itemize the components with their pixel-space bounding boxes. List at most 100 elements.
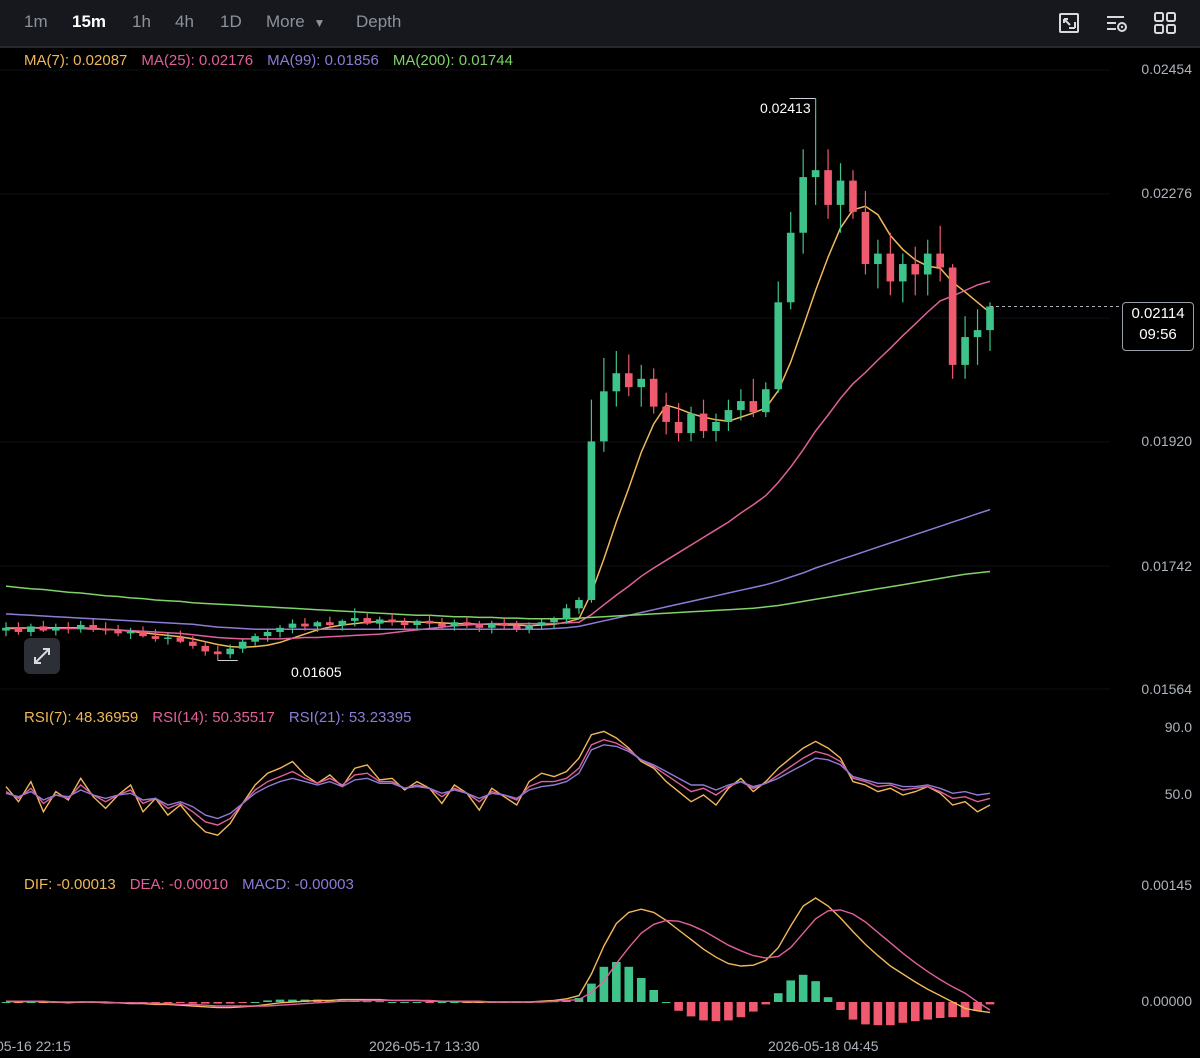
candle-body bbox=[39, 626, 48, 631]
price-tick-label: 0.02454 bbox=[1141, 61, 1192, 77]
interval-1m[interactable]: 1m bbox=[24, 12, 48, 32]
chart-settings-icon[interactable] bbox=[1104, 10, 1130, 36]
candle-body bbox=[861, 211, 870, 265]
expand-arrows-icon bbox=[34, 648, 50, 664]
candle-body bbox=[973, 330, 982, 338]
candle-body bbox=[301, 623, 309, 627]
macd-histogram-bar bbox=[674, 1002, 683, 1011]
macd-histogram-bar bbox=[412, 1002, 422, 1003]
legend-rsi7: RSI(7): 48.36959 bbox=[24, 709, 139, 726]
ma-line-ma200 bbox=[5, 570, 991, 620]
macd-histogram-bar bbox=[699, 1002, 708, 1021]
candles bbox=[2, 98, 994, 661]
macd-line-dea bbox=[6, 909, 991, 1011]
candle-body bbox=[139, 631, 147, 637]
rsi-tick-label: 50.0 bbox=[1164, 786, 1192, 802]
candle-body bbox=[699, 413, 708, 431]
more-intervals-dropdown[interactable]: More ▼ bbox=[266, 12, 325, 32]
candle-body bbox=[14, 627, 23, 632]
candle-body bbox=[749, 401, 758, 413]
rsi-line-rsi7 bbox=[5, 730, 991, 836]
interval-1h[interactable]: 1h bbox=[132, 12, 151, 32]
candle-body bbox=[27, 626, 35, 632]
interval-1d[interactable]: 1D bbox=[220, 12, 242, 32]
ma-line-ma99 bbox=[5, 508, 991, 630]
candle-body bbox=[276, 627, 284, 632]
legend-dif: DIF: -0.00013 bbox=[24, 876, 116, 893]
candle-body bbox=[799, 177, 807, 233]
gridlines bbox=[0, 69, 1110, 690]
candle-body bbox=[948, 267, 957, 365]
candle-body bbox=[463, 622, 471, 626]
candle-body bbox=[251, 636, 259, 642]
macd-histogram-bar bbox=[200, 1002, 210, 1004]
candle-body bbox=[737, 401, 745, 411]
chart-canvas[interactable] bbox=[0, 0, 1200, 1058]
candle-body bbox=[662, 406, 670, 422]
macd-histogram-bar bbox=[798, 974, 808, 1002]
candle-body bbox=[500, 623, 509, 626]
macd-histogram-bar bbox=[898, 1002, 908, 1023]
candle-body bbox=[151, 636, 160, 639]
layout-grid-icon[interactable] bbox=[1152, 10, 1178, 36]
candle-body bbox=[76, 625, 85, 630]
macd-histogram-bar bbox=[773, 993, 783, 1002]
candle-body bbox=[923, 253, 932, 275]
macd-histogram-bar bbox=[437, 1002, 447, 1003]
macd-histogram-bar bbox=[836, 1002, 845, 1010]
candle-body bbox=[64, 627, 73, 630]
candle-body bbox=[425, 620, 434, 624]
candle-body bbox=[126, 631, 135, 634]
candle-body bbox=[898, 264, 907, 282]
candle-body bbox=[176, 637, 185, 642]
candle-body bbox=[537, 622, 546, 626]
candle-body bbox=[674, 421, 683, 434]
ma-line-ma25 bbox=[6, 280, 991, 640]
macd-tick-label: 0.00145 bbox=[1141, 877, 1192, 893]
legend-macd: MACD: -0.00003 bbox=[242, 876, 354, 893]
time-tick-label: 05-16 22:15 bbox=[0, 1038, 71, 1054]
candle-body bbox=[238, 641, 247, 649]
candle-body bbox=[612, 373, 621, 392]
price-tick-label: 0.01564 bbox=[1141, 681, 1192, 697]
time-tick-label: 2026-05-18 04:45 bbox=[768, 1038, 879, 1054]
macd-histogram-bar bbox=[176, 1002, 185, 1003]
legend-ma200: MA(200): 0.01744 bbox=[392, 52, 513, 69]
macd-histogram-bar bbox=[225, 1002, 235, 1004]
candle-body bbox=[811, 170, 820, 178]
candle-body bbox=[649, 378, 658, 407]
interval-15m[interactable]: 15m bbox=[72, 12, 106, 32]
macd-histogram-bar bbox=[250, 1002, 260, 1003]
indicator-panel-icon[interactable] bbox=[1056, 10, 1082, 36]
macd-histogram-bar bbox=[686, 1002, 696, 1017]
macd-histogram-bar bbox=[263, 1000, 272, 1002]
candle-body bbox=[388, 619, 396, 623]
candle-body bbox=[824, 170, 832, 205]
price-tick-label: 0.01742 bbox=[1141, 558, 1192, 574]
macd-histogram-bar bbox=[275, 999, 285, 1002]
price-tick-label: 0.01920 bbox=[1141, 433, 1192, 449]
toolbar-divider bbox=[0, 46, 1200, 48]
expand-chart-button[interactable] bbox=[24, 638, 60, 674]
price-overlay bbox=[217, 98, 1122, 661]
macd-histogram-bar bbox=[1, 1002, 11, 1003]
candle-body bbox=[438, 623, 446, 627]
macd-histogram-bar bbox=[163, 1002, 173, 1003]
macd-histogram-bar bbox=[375, 1001, 384, 1003]
candle-body bbox=[350, 618, 359, 621]
legend-ma25: MA(25): 0.02176 bbox=[141, 52, 254, 69]
candle-body bbox=[550, 619, 558, 623]
macd-histogram-bar bbox=[387, 1002, 397, 1003]
candle-body bbox=[562, 608, 571, 620]
candle-body bbox=[624, 373, 633, 388]
interval-4h[interactable]: 4h bbox=[175, 12, 194, 32]
macd-legend: DIF: -0.00013 DEA: -0.00010 MACD: -0.00003 bbox=[24, 876, 368, 893]
rsi-lines bbox=[5, 730, 991, 836]
macd-histogram-bar bbox=[724, 1002, 733, 1021]
time-tick-label: 2026-05-17 13:30 bbox=[369, 1038, 480, 1054]
macd-histogram-bar bbox=[624, 966, 634, 1002]
candle-body bbox=[363, 618, 372, 624]
macd-histogram-bar bbox=[761, 1002, 771, 1005]
macd-histogram-bar bbox=[362, 1001, 372, 1003]
depth-tab[interactable]: Depth bbox=[356, 12, 401, 32]
